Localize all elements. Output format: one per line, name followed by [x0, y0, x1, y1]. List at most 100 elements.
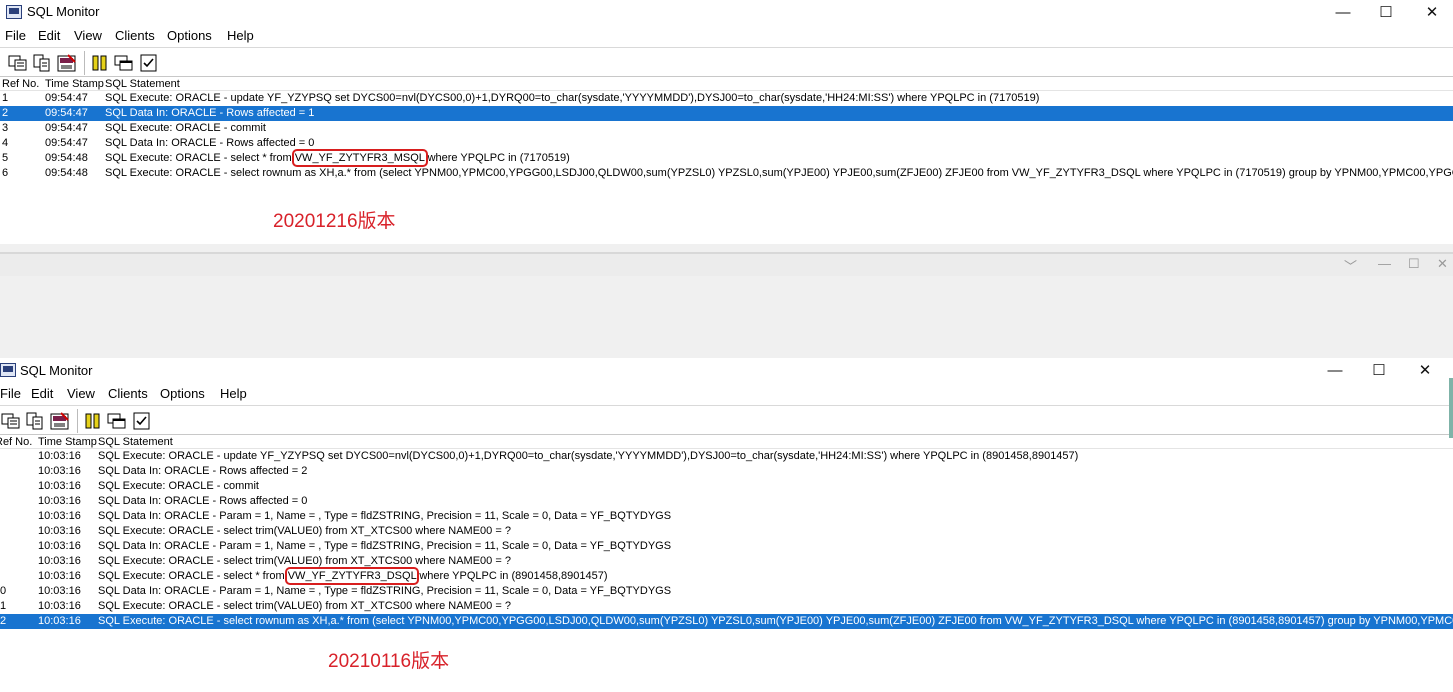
version-note: 20201216版本: [273, 211, 396, 232]
table-row[interactable]: 6 09:54:48 SQL Execute: ORACLE - select ro…: [0, 166, 1453, 181]
menu-view[interactable]: View: [74, 28, 102, 43]
copy-trace-icon[interactable]: [7, 53, 29, 73]
table-row[interactable]: 4 09:54:47 SQL Data In: ORACLE - Rows affe…: [0, 136, 1453, 151]
toolbar-separator: [84, 51, 85, 75]
toolbar: [0, 47, 1453, 77]
menu-clients[interactable]: Clients: [108, 386, 148, 401]
pause-icon[interactable]: [82, 411, 104, 431]
trace-list[interactable]: 1 09:54:47 SQL Execute: ORACLE - update YF…: [0, 91, 1453, 181]
col-ref-no[interactable]: Ref No.: [2, 78, 39, 90]
sql-suffix: where YPQLPC in (7170519): [424, 152, 570, 164]
row-time: 09:54:47: [45, 92, 88, 104]
close-button[interactable]: ✕: [1409, 0, 1453, 25]
row-sql: SQL Data In: ORACLE - Rows affected = 2: [98, 465, 308, 477]
window-title: SQL Monitor: [27, 4, 100, 19]
menu-file[interactable]: File: [0, 386, 21, 401]
table-row[interactable]: 10:03:16 SQL Execute: ORACLE - select tri…: [0, 554, 1453, 569]
windows-icon[interactable]: [113, 53, 135, 73]
row-ref: 1: [2, 92, 9, 104]
table-row[interactable]: 10:03:16 SQL Data In: ORACLE - Param = 1,…: [0, 539, 1453, 554]
row-sql: SQL Execute: ORACLE - update YF_YZYPSQ s…: [105, 92, 1040, 104]
menu-options[interactable]: Options: [160, 386, 205, 401]
minimize-button[interactable]: —: [1312, 358, 1358, 383]
table-row[interactable]: 10:03:16 SQL Execute: ORACLE - update YF_…: [0, 449, 1453, 464]
menu-edit[interactable]: Edit: [31, 386, 53, 401]
col-sql-statement[interactable]: SQL Statement: [98, 436, 173, 448]
row-sql: SQL Execute: ORACLE - select trim(VALUE0…: [98, 600, 511, 612]
save-trace-icon[interactable]: [49, 411, 71, 431]
trace-options-icon[interactable]: [131, 411, 153, 431]
table-row[interactable]: 10:03:16 SQL Execute: ORACLE - select * f…: [0, 567, 1453, 585]
background-title-bar: ﹀ — ☐ ✕: [0, 252, 1453, 276]
col-time-stamp[interactable]: Time Stamp: [45, 78, 104, 90]
row-sql: SQL Data In: ORACLE - Param = 1, Name = …: [98, 510, 672, 522]
copy-selection-icon[interactable]: [31, 53, 53, 73]
save-trace-icon[interactable]: [56, 53, 78, 73]
table-row-selected[interactable]: 2 10:03:16 SQL Execute: ORACLE - select ro…: [0, 614, 1453, 629]
row-time: 10:03:16: [38, 510, 81, 522]
copy-selection-icon[interactable]: [24, 411, 46, 431]
row-sql: SQL Data In: ORACLE - Rows affected = 0: [98, 495, 308, 507]
menu-bar: File Edit View Clients Options Help: [0, 383, 1453, 405]
title-bar: SQL Monitor — ☐ ✕: [0, 0, 1453, 25]
row-time: 09:54:48: [45, 167, 88, 179]
table-row[interactable]: 0 10:03:16 SQL Data In: ORACLE - Param = 1…: [0, 584, 1453, 599]
maximize-button[interactable]: ☐: [1363, 0, 1409, 25]
row-time: 10:03:16: [38, 570, 81, 582]
row-time: 09:54:47: [45, 122, 88, 134]
toolbar: [0, 405, 1453, 435]
sql-suffix: where YPQLPC in (8901458,8901457): [416, 570, 608, 582]
sql-monitor-window-2: SQL Monitor — ☐ ✕ File Edit View Clients…: [0, 358, 1453, 692]
table-row-selected[interactable]: 2 09:54:47 SQL Data In: ORACLE - Rows affe…: [0, 106, 1453, 121]
minimize-icon[interactable]: —: [1378, 256, 1391, 271]
row-time: 10:03:16: [38, 615, 81, 627]
col-ref-no[interactable]: Ref No.: [0, 436, 32, 448]
menu-help[interactable]: Help: [220, 386, 247, 401]
row-sql: SQL Execute: ORACLE - commit: [98, 480, 259, 492]
table-row[interactable]: 1 10:03:16 SQL Execute: ORACLE - select tr…: [0, 599, 1453, 614]
row-sql: SQL Execute: ORACLE - select * from VW_Y…: [105, 149, 570, 167]
windows-icon[interactable]: [106, 411, 128, 431]
minimize-button[interactable]: —: [1320, 0, 1366, 25]
table-row[interactable]: 10:03:16 SQL Data In: ORACLE - Rows affec…: [0, 464, 1453, 479]
table-row[interactable]: 1 09:54:47 SQL Execute: ORACLE - update YF…: [0, 91, 1453, 106]
toolbar-separator: [77, 409, 78, 433]
table-row[interactable]: 10:03:16 SQL Data In: ORACLE - Rows affec…: [0, 494, 1453, 509]
trace-list[interactable]: 10:03:16 SQL Execute: ORACLE - update YF_…: [0, 449, 1453, 629]
trace-options-icon[interactable]: [138, 53, 160, 73]
close-button[interactable]: ✕: [1402, 358, 1448, 383]
column-header: Ref No. Time Stamp SQL Statement: [0, 77, 1453, 91]
pause-icon[interactable]: [89, 53, 111, 73]
copy-trace-icon[interactable]: [0, 411, 22, 431]
row-sql: SQL Data In: ORACLE - Param = 1, Name = …: [98, 540, 672, 552]
menu-options[interactable]: Options: [167, 28, 212, 43]
menu-clients[interactable]: Clients: [115, 28, 155, 43]
table-row[interactable]: 10:03:16 SQL Execute: ORACLE - commit: [0, 479, 1453, 494]
row-sql: SQL Execute: ORACLE - select * from VW_Y…: [98, 567, 608, 585]
row-time: 10:03:16: [38, 600, 81, 612]
table-row[interactable]: 3 09:54:47 SQL Execute: ORACLE - commit: [0, 121, 1453, 136]
menu-view[interactable]: View: [67, 386, 95, 401]
maximize-button[interactable]: ☐: [1356, 358, 1402, 383]
row-time: 10:03:16: [38, 555, 81, 567]
window-title: SQL Monitor: [20, 363, 93, 378]
row-time: 10:03:16: [38, 465, 81, 477]
row-time: 10:03:16: [38, 480, 81, 492]
row-ref: 2: [0, 615, 7, 627]
row-ref: 4: [2, 137, 9, 149]
col-time-stamp[interactable]: Time Stamp: [38, 436, 97, 448]
menu-help[interactable]: Help: [227, 28, 254, 43]
table-row[interactable]: 10:03:16 SQL Execute: ORACLE - select tri…: [0, 524, 1453, 539]
maximize-icon[interactable]: ☐: [1408, 256, 1420, 272]
menu-edit[interactable]: Edit: [38, 28, 60, 43]
row-sql: SQL Execute: ORACLE - select trim(VALUE0…: [98, 525, 511, 537]
app-monitor-icon: [6, 5, 22, 19]
menu-file[interactable]: File: [5, 28, 26, 43]
table-row[interactable]: 5 09:54:48 SQL Execute: ORACLE - select * …: [0, 149, 1453, 167]
close-icon[interactable]: ✕: [1437, 256, 1448, 272]
table-row[interactable]: 10:03:16 SQL Data In: ORACLE - Param = 1,…: [0, 509, 1453, 524]
col-sql-statement[interactable]: SQL Statement: [105, 78, 180, 90]
row-ref: 1: [0, 600, 7, 612]
row-sql: SQL Execute: ORACLE - select rownum as X…: [98, 615, 1453, 627]
chevron-down-icon[interactable]: ﹀: [1344, 256, 1357, 275]
